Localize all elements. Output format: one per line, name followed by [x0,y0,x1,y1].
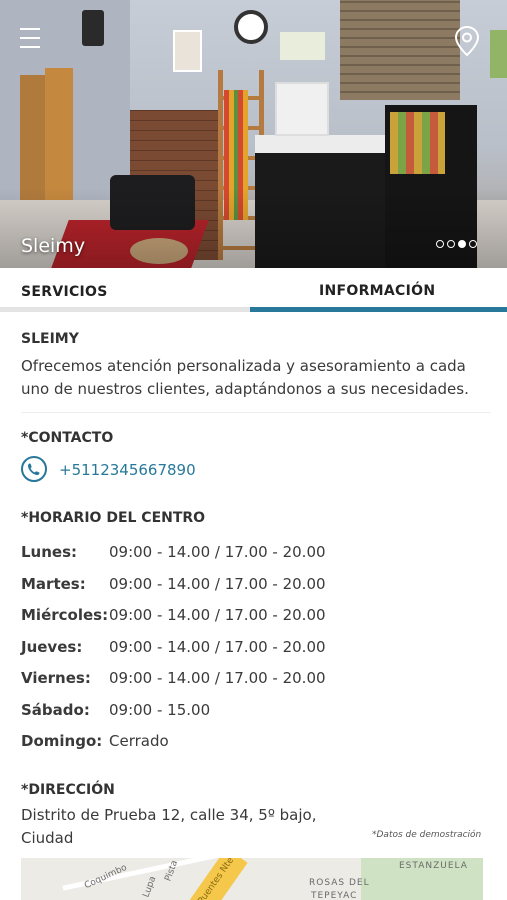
schedule-day: Jueves: [21,638,83,656]
schedule-hours: 09:00 - 14.00 / 17.00 - 20.00 [109,543,326,561]
phone-link[interactable]: +5112345667890 [59,461,196,479]
schedule-day: Viernes: [21,669,91,687]
map-label: TEPEYAC [311,891,358,900]
map-label: ESTANZUELA [399,861,468,871]
divider [21,412,491,413]
business-name-overlay: Sleimy [21,235,86,257]
map-label: ROSAS DEL [309,878,370,888]
hero-image [0,0,507,268]
schedule-day: Sábado: [21,701,90,719]
carousel-dot[interactable] [447,240,455,248]
schedule-day: Miércoles: [21,606,109,624]
schedule-hours: 09:00 - 15.00 [109,701,211,719]
carousel-dot-active[interactable] [458,240,466,248]
contact-heading: *CONTACTO [21,430,114,446]
tab-servicios-label: SERVICIOS [21,284,108,300]
tab-indicator-inactive [0,307,250,312]
map-label: Lupa [141,875,159,899]
about-text: Ofrecemos atención personalizada y aseso… [21,357,469,398]
phone-icon[interactable] [21,456,47,482]
address-line-1: Distrito de Prueba 12, calle 34, 5º bajo… [21,806,317,824]
schedule-day: Domingo: [21,732,103,750]
about-heading: SLEIMY [21,331,79,347]
tab-indicator-active [250,307,507,312]
schedule-hours: 09:00 - 14.00 / 17.00 - 20.00 [109,575,326,593]
schedule-hours: 09:00 - 14.00 / 17.00 - 20.00 [109,669,326,687]
location-map[interactable]: Coquimbo Lupa Pista Puentes Nte ROSAS DE… [21,858,483,900]
carousel-dots[interactable] [436,240,477,248]
schedule-day: Lunes: [21,543,78,561]
menu-icon[interactable] [20,28,40,50]
demo-data-note: *Datos de demostración [372,830,482,840]
carousel-dot[interactable] [469,240,477,248]
map-pin-icon[interactable] [454,25,480,57]
tab-informacion-label: INFORMACIÓN [319,283,436,299]
address-heading: *DIRECCIÓN [21,782,115,798]
schedule-hours: 09:00 - 14.00 / 17.00 - 20.00 [109,638,326,656]
address-line-2: Ciudad [21,829,74,847]
carousel-dot[interactable] [436,240,444,248]
schedule-day: Martes: [21,575,86,593]
schedule-heading: *HORARIO DEL CENTRO [21,510,206,526]
schedule-hours: Cerrado [109,732,169,750]
schedule-hours: 09:00 - 14.00 / 17.00 - 20.00 [109,606,326,624]
